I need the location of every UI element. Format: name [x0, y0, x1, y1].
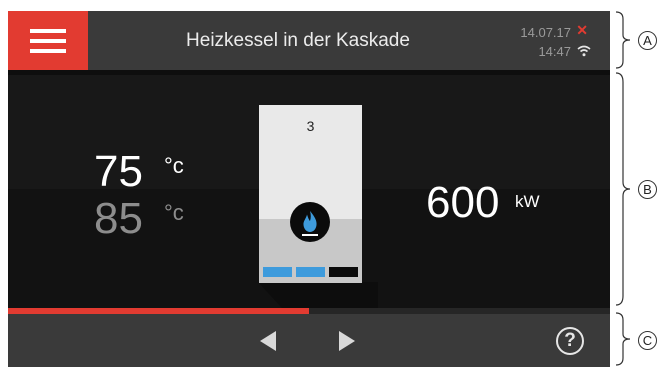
brace-b-icon — [615, 72, 631, 306]
callout-a: A — [638, 31, 657, 50]
boiler-number: 3 — [306, 118, 315, 134]
wifi-icon — [577, 45, 591, 57]
x-icon: ✕ — [576, 22, 588, 38]
callout-b: B — [638, 180, 657, 199]
brace-a-icon — [615, 11, 631, 69]
status-segment-2 — [296, 267, 325, 277]
power-value: 600 — [426, 178, 500, 227]
footer-bar: ? — [8, 314, 610, 367]
date-display: 14.07.17 — [520, 25, 571, 40]
return-temperature-unit: °c — [164, 200, 184, 225]
gas-flame-icon — [290, 202, 330, 242]
controller-screen: Heizkessel in der Kaskade 14.07.17 ✕ 14:… — [8, 11, 610, 367]
callout-c: C — [638, 331, 657, 350]
triangle-left-icon[interactable] — [260, 331, 276, 351]
menu-button[interactable] — [8, 11, 88, 70]
return-temperature: 85 — [94, 194, 143, 243]
flow-temperature-unit: °c — [164, 153, 184, 178]
header-bar: Heizkessel in der Kaskade 14.07.17 ✕ 14:… — [8, 11, 610, 70]
power-unit: kW — [515, 192, 540, 211]
menu-icon — [30, 29, 66, 33]
flow-temperature: 75 — [94, 147, 143, 196]
status-segment-3 — [329, 267, 358, 277]
status-segment-1 — [263, 267, 292, 277]
time-display: 14:47 — [538, 44, 571, 59]
page-title: Heizkessel in der Kaskade — [186, 30, 410, 51]
boiler-tile[interactable]: 3 — [259, 105, 362, 283]
help-button[interactable]: ? — [556, 327, 584, 355]
triangle-right-icon[interactable] — [339, 331, 355, 351]
brace-c-icon — [615, 312, 631, 366]
main-panel: 75 °c 85 °c 3 600 kW — [8, 75, 610, 308]
